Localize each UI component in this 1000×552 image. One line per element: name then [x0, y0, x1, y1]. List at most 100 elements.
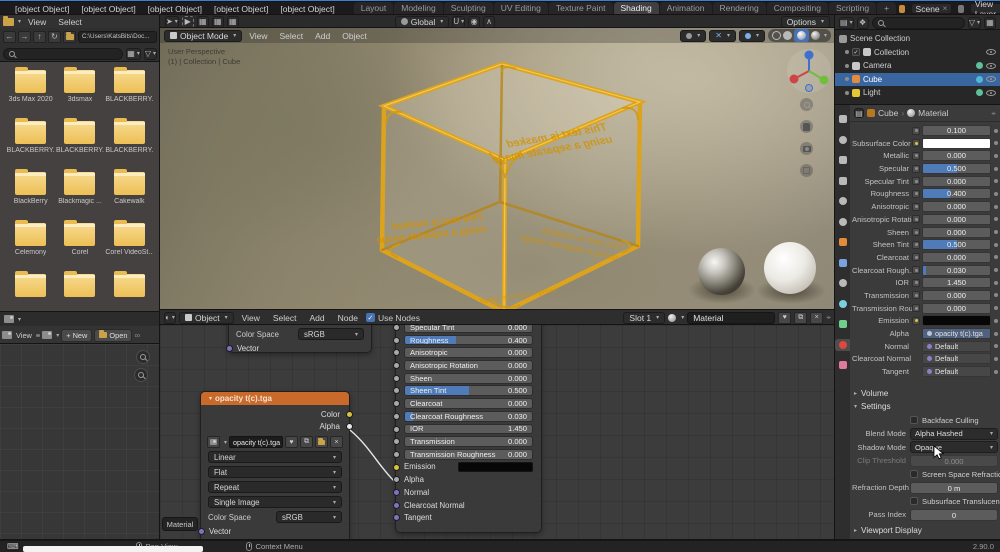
path-field[interactable]: C:\Users\KatsBits\Doc...: [78, 31, 157, 43]
viewport-camera-icon[interactable]: [800, 142, 813, 155]
node-slider[interactable]: Sheen Tint 0.500: [404, 385, 533, 396]
pin-icon[interactable]: ∞: [134, 331, 140, 340]
node-socket[interactable]: [346, 423, 353, 430]
file-browser-folder[interactable]: Blackmagic ...: [55, 170, 104, 221]
rendered-shading-button[interactable]: [811, 31, 820, 40]
falloff-icon[interactable]: ∧: [483, 16, 495, 28]
image-editor-icon[interactable]: [4, 315, 14, 323]
blend-mode-select[interactable]: Alpha Hashed▾: [910, 428, 998, 440]
file-browser-icon[interactable]: [3, 18, 14, 26]
viewport-menu[interactable]: Select: [275, 31, 309, 41]
colorspace-select[interactable]: sRGB▾: [276, 511, 342, 523]
tab-output[interactable]: [835, 154, 850, 166]
node-input-row[interactable]: Emission Emission Emission: [396, 462, 541, 473]
decorator-dot[interactable]: [994, 192, 998, 196]
property-widget[interactable]: 0.030: [922, 265, 991, 276]
outliner-item[interactable]: ✓ Camera: [835, 59, 1000, 73]
image-editor-view-menu[interactable]: View: [14, 331, 34, 340]
outliner-item[interactable]: ✓ Collection: [835, 46, 1000, 60]
node-socket[interactable]: [393, 489, 400, 496]
socket-button[interactable]: [912, 190, 920, 198]
snap-magnet-icon[interactable]: U▾: [452, 16, 465, 28]
node-input-row[interactable]: Transmission Roughness 0.000 Transmissio…: [396, 449, 541, 460]
node-socket[interactable]: [393, 375, 400, 382]
shader-editor-menu[interactable]: Add: [305, 313, 330, 323]
tab-physics[interactable]: [835, 298, 850, 310]
viewport-perspective-icon[interactable]: [800, 164, 813, 177]
decorator-dot[interactable]: [994, 167, 998, 171]
node-socket[interactable]: [393, 413, 400, 420]
file-browser-menu[interactable]: View: [23, 17, 51, 27]
node-slider[interactable]: IOR 1.450: [404, 424, 533, 435]
tab-object-data[interactable]: [835, 318, 850, 330]
file-browser-folder[interactable]: 3ds Max 2020: [6, 68, 55, 119]
expand-dot[interactable]: [845, 64, 849, 68]
socket-button[interactable]: [912, 139, 920, 147]
socket-button[interactable]: [912, 152, 920, 160]
property-widget[interactable]: 0.000: [922, 214, 991, 225]
white-sphere[interactable]: [764, 242, 816, 294]
partial-image-node[interactable]: Color Space sRGB▾ Vector: [228, 325, 372, 353]
node-socket[interactable]: [393, 502, 400, 509]
node-dropdown[interactable]: Linear▾: [208, 451, 342, 463]
socket-button[interactable]: [912, 253, 920, 261]
overlay-icon[interactable]: ▦: [984, 17, 996, 29]
shader-editor-menu[interactable]: Node: [333, 313, 363, 323]
node-socket[interactable]: [393, 325, 400, 331]
outliner-item[interactable]: ✓ Cube: [835, 73, 1000, 87]
node-header[interactable]: ▾ opacity t(c).tga: [201, 392, 349, 405]
viewport-zoom-icon[interactable]: [800, 98, 813, 111]
node-input-row[interactable]: Sheen Tint 0.500 Sheen Tint Sheen Tint: [396, 385, 541, 396]
file-browser-folder[interactable]: Corel: [55, 221, 104, 272]
property-widget[interactable]: 0.500: [922, 239, 991, 250]
node-dropdown[interactable]: Repeat▾: [208, 481, 342, 493]
file-browser-folder[interactable]: 3dsmax: [55, 68, 104, 119]
decorator-dot[interactable]: [994, 306, 998, 310]
socket-button[interactable]: [912, 127, 920, 135]
image-name-field[interactable]: opacity t(c).tga: [229, 436, 283, 448]
decorator-dot[interactable]: [994, 129, 998, 133]
decorator-dot[interactable]: [994, 230, 998, 234]
transform-orientation-select[interactable]: Global▾: [395, 16, 450, 28]
outliner-search-input[interactable]: [872, 17, 965, 29]
node-input-row[interactable]: Transmission 0.000 Transmission Transmis…: [396, 436, 541, 447]
node-input-row[interactable]: IOR 1.450 IOR IOR: [396, 424, 541, 435]
workspace-tab[interactable]: Compositing: [767, 2, 828, 15]
image-browse-icon[interactable]: [42, 331, 52, 339]
node-socket[interactable]: [393, 349, 400, 356]
outliner-item-scene-collection[interactable]: Scene Collection: [835, 32, 1000, 46]
node-slider[interactable]: Clearcoat 0.000: [404, 398, 533, 409]
node-input-row[interactable]: Normal Normal Normal: [396, 487, 541, 498]
decorator-dot[interactable]: [994, 293, 998, 297]
node-slider[interactable]: Roughness 0.400: [404, 335, 533, 346]
open-image-button[interactable]: Open: [94, 329, 132, 342]
filter-icon[interactable]: ▽▾: [968, 17, 981, 29]
principled-bsdf-node[interactable]: Specular Tint 0.000 Specular Tint Specul…: [395, 325, 542, 533]
shadow-mode-select[interactable]: Opaque▾: [910, 441, 998, 453]
node-slider[interactable]: Transmission Roughness 0.000: [404, 449, 533, 460]
socket-button[interactable]: [912, 215, 920, 223]
tab-texture[interactable]: [835, 359, 850, 371]
material-name-field[interactable]: Material: [687, 312, 775, 324]
snapping-dropdown[interactable]: ▾: [680, 30, 706, 42]
socket-button[interactable]: [912, 241, 920, 249]
node-input-row[interactable]: Specular Tint 0.000 Specular Tint Specul…: [396, 325, 541, 333]
tab-modifiers[interactable]: [835, 257, 850, 269]
hide-toggle-icon[interactable]: [986, 90, 996, 96]
close-icon[interactable]: ×: [330, 436, 343, 448]
solid-shading-button[interactable]: [783, 31, 792, 40]
expand-dot[interactable]: [845, 91, 849, 95]
image-editor-canvas[interactable]: [0, 344, 160, 540]
image-texture-node[interactable]: ▾ opacity t(c).tga Color Alpha ▾ opacity…: [200, 391, 350, 540]
file-browser-folder[interactable]: Corel VideoSt...: [105, 221, 154, 272]
node-input-row[interactable]: Alpha Alpha Alpha: [396, 474, 541, 485]
active-tool-icon[interactable]: ➤▾: [165, 16, 179, 28]
tab-object[interactable]: [835, 236, 850, 248]
alpha-output[interactable]: Alpha: [201, 420, 349, 432]
socket-button[interactable]: [912, 291, 920, 299]
property-widget[interactable]: 0.000: [922, 290, 991, 301]
breadcrumb-material[interactable]: Material: [918, 108, 948, 118]
node-socket[interactable]: [346, 411, 353, 418]
node-dropdown[interactable]: Single Image▾: [208, 496, 342, 508]
navigation-gizmo[interactable]: [786, 48, 832, 94]
